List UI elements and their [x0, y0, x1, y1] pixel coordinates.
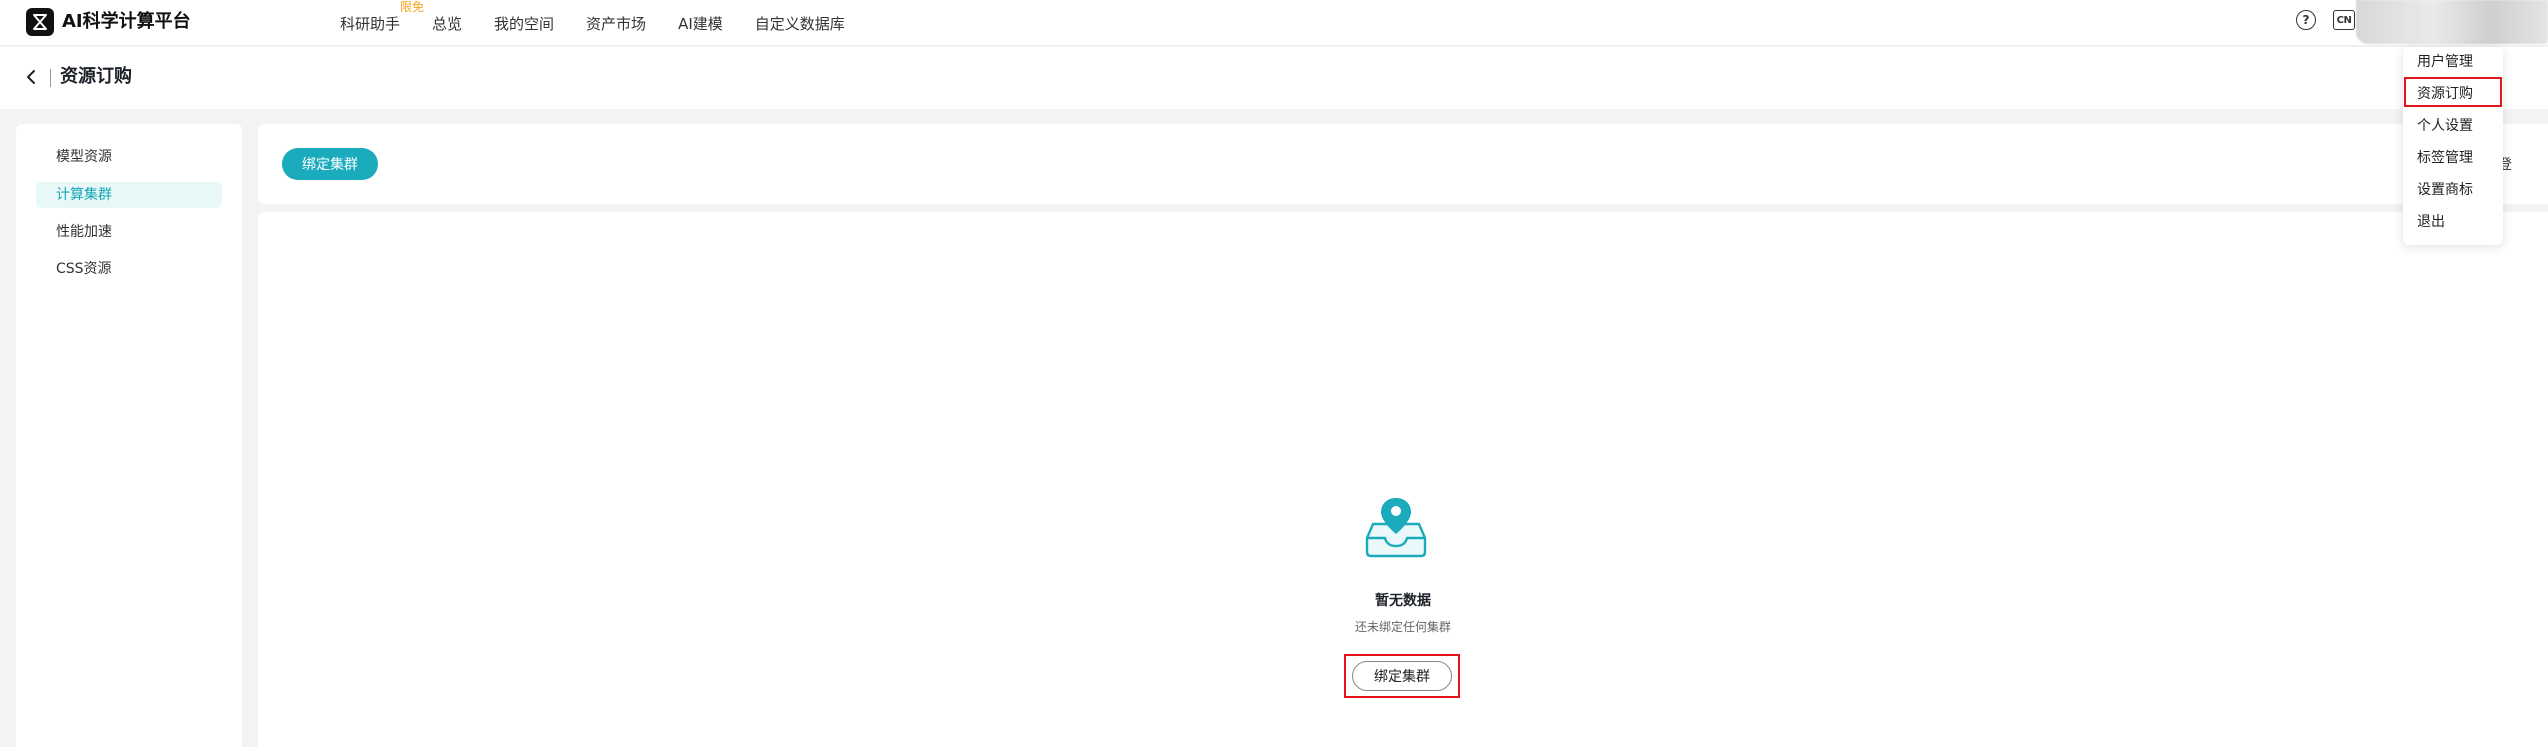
nav-item-my-space[interactable]: 我的空间 — [494, 13, 554, 34]
page-title: 资源订购 — [60, 66, 132, 87]
nav-item-research-assistant[interactable]: 科研助手 限免 — [340, 0, 424, 34]
menu-item-personal-settings[interactable]: 个人设置 — [2417, 116, 2473, 136]
back-arrow-icon[interactable] — [22, 66, 42, 88]
nav-item-overview[interactable]: 总览 — [432, 13, 462, 34]
language-icon[interactable]: CN — [2333, 10, 2355, 30]
nav-item-custom-database[interactable]: 自定义数据库 — [755, 13, 845, 34]
brand-name: AI科学计算平台 — [62, 11, 191, 32]
page-header: 资源订购 — [0, 47, 2548, 109]
empty-bind-cluster-button[interactable]: 绑定集群 — [1352, 661, 1452, 691]
cluster-list-panel: 暂无数据 还未绑定任何集群 绑定集群 — [258, 212, 2548, 747]
empty-state-title: 暂无数据 — [1375, 593, 1431, 609]
user-avatar[interactable] — [2356, 0, 2548, 44]
top-bar: AI科学计算平台 科研助手 限免 总览 我的空间 资产市场 AI建模 自定义数据… — [0, 0, 2548, 46]
nav-item-asset-market[interactable]: 资产市场 — [586, 13, 646, 34]
main-nav: 科研助手 限免 总览 我的空间 资产市场 AI建模 自定义数据库 — [340, 0, 877, 46]
menu-item-tag-management[interactable]: 标签管理 — [2417, 148, 2473, 168]
sidebar-item-compute-cluster[interactable]: 计算集群 — [36, 182, 222, 208]
sidebar-item-model-resources[interactable]: 模型资源 — [36, 144, 222, 170]
bind-cluster-button[interactable]: 绑定集群 — [282, 148, 378, 180]
nav-item-ai-modeling[interactable]: AI建模 — [678, 13, 723, 34]
menu-item-logout[interactable]: 退出 — [2417, 212, 2445, 232]
menu-item-user-management[interactable]: 用户管理 — [2417, 52, 2473, 72]
toolbar-panel: 绑定集群 登 — [258, 124, 2548, 204]
empty-box-location-icon — [1365, 498, 1427, 558]
logo-icon[interactable] — [26, 8, 54, 36]
menu-item-resource-order[interactable]: 资源订购 — [2417, 84, 2473, 104]
free-badge: 限免 — [400, 0, 425, 14]
resource-sidebar: 模型资源 计算集群 性能加速 CSS资源 — [16, 124, 242, 747]
sidebar-item-performance-acceleration[interactable]: 性能加速 — [36, 219, 222, 245]
help-icon[interactable]: ? — [2296, 10, 2316, 30]
empty-state-description: 还未绑定任何集群 — [1354, 620, 1451, 634]
nav-label: 科研助手 — [340, 14, 401, 33]
menu-item-set-trademark[interactable]: 设置商标 — [2417, 180, 2473, 200]
user-dropdown-menu: 用户管理 资源订购 个人设置 标签管理 设置商标 退出 — [2403, 47, 2503, 245]
title-divider — [50, 69, 51, 87]
bind-cluster-highlight: 绑定集群 — [1344, 654, 1460, 698]
sidebar-item-css-resources[interactable]: CSS资源 — [36, 256, 222, 282]
